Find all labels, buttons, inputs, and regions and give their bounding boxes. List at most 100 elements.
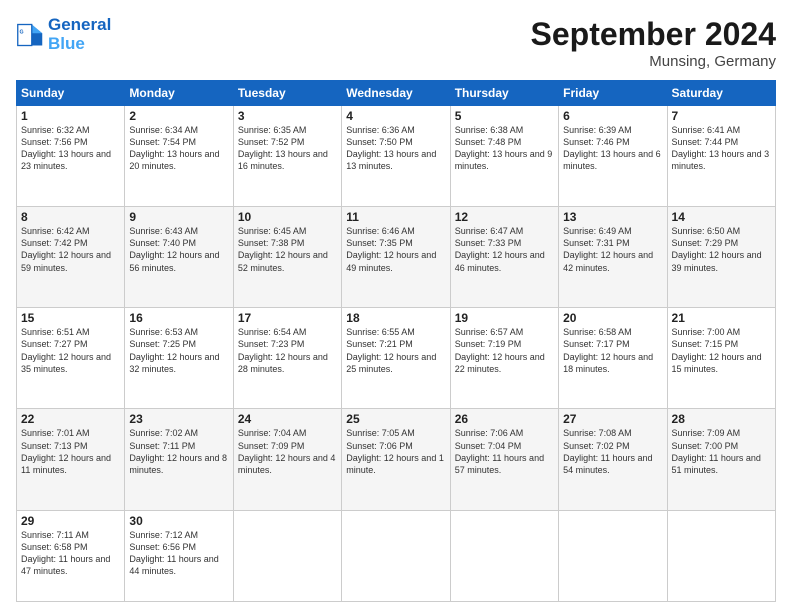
svg-text:G: G xyxy=(20,29,24,35)
calendar-cell: 23Sunrise: 7:02 AMSunset: 7:11 PMDayligh… xyxy=(125,409,233,510)
day-number: 1 xyxy=(21,109,120,123)
day-info: Sunrise: 6:45 AMSunset: 7:38 PMDaylight:… xyxy=(238,225,337,274)
day-number: 6 xyxy=(563,109,662,123)
month-title: September 2024 xyxy=(531,16,776,53)
day-number: 12 xyxy=(455,210,554,224)
day-number: 25 xyxy=(346,412,445,426)
day-number: 23 xyxy=(129,412,228,426)
day-info: Sunrise: 7:00 AMSunset: 7:15 PMDaylight:… xyxy=(672,326,771,375)
day-number: 16 xyxy=(129,311,228,325)
day-number: 5 xyxy=(455,109,554,123)
day-number: 26 xyxy=(455,412,554,426)
day-info: Sunrise: 6:46 AMSunset: 7:35 PMDaylight:… xyxy=(346,225,445,274)
day-number: 21 xyxy=(672,311,771,325)
calendar-cell: 25Sunrise: 7:05 AMSunset: 7:06 PMDayligh… xyxy=(342,409,450,510)
calendar-cell: 16Sunrise: 6:53 AMSunset: 7:25 PMDayligh… xyxy=(125,308,233,409)
calendar-cell: 6Sunrise: 6:39 AMSunset: 7:46 PMDaylight… xyxy=(559,106,667,207)
page: G General Blue September 2024 Munsing, G… xyxy=(0,0,792,612)
day-info: Sunrise: 6:32 AMSunset: 7:56 PMDaylight:… xyxy=(21,124,120,173)
calendar-cell: 10Sunrise: 6:45 AMSunset: 7:38 PMDayligh… xyxy=(233,207,341,308)
calendar-cell: 2Sunrise: 6:34 AMSunset: 7:54 PMDaylight… xyxy=(125,106,233,207)
dow-header: Sunday xyxy=(17,81,125,106)
day-info: Sunrise: 6:38 AMSunset: 7:48 PMDaylight:… xyxy=(455,124,554,173)
calendar-cell: 22Sunrise: 7:01 AMSunset: 7:13 PMDayligh… xyxy=(17,409,125,510)
day-number: 15 xyxy=(21,311,120,325)
day-info: Sunrise: 6:41 AMSunset: 7:44 PMDaylight:… xyxy=(672,124,771,173)
day-number: 4 xyxy=(346,109,445,123)
calendar-cell: 18Sunrise: 6:55 AMSunset: 7:21 PMDayligh… xyxy=(342,308,450,409)
day-info: Sunrise: 7:01 AMSunset: 7:13 PMDaylight:… xyxy=(21,427,120,476)
calendar-cell: 28Sunrise: 7:09 AMSunset: 7:00 PMDayligh… xyxy=(667,409,775,510)
day-number: 10 xyxy=(238,210,337,224)
calendar-cell: 15Sunrise: 6:51 AMSunset: 7:27 PMDayligh… xyxy=(17,308,125,409)
day-info: Sunrise: 6:42 AMSunset: 7:42 PMDaylight:… xyxy=(21,225,120,274)
day-number: 29 xyxy=(21,514,120,528)
day-number: 27 xyxy=(563,412,662,426)
day-number: 14 xyxy=(672,210,771,224)
logo: G General Blue xyxy=(16,16,111,53)
calendar-cell xyxy=(559,510,667,602)
day-number: 9 xyxy=(129,210,228,224)
dow-header: Tuesday xyxy=(233,81,341,106)
title-block: September 2024 Munsing, Germany xyxy=(531,16,776,70)
calendar-cell: 8Sunrise: 6:42 AMSunset: 7:42 PMDaylight… xyxy=(17,207,125,308)
calendar-cell: 13Sunrise: 6:49 AMSunset: 7:31 PMDayligh… xyxy=(559,207,667,308)
day-info: Sunrise: 6:55 AMSunset: 7:21 PMDaylight:… xyxy=(346,326,445,375)
day-info: Sunrise: 7:08 AMSunset: 7:02 PMDaylight:… xyxy=(563,427,662,476)
day-info: Sunrise: 6:53 AMSunset: 7:25 PMDaylight:… xyxy=(129,326,228,375)
day-number: 18 xyxy=(346,311,445,325)
calendar-cell: 29Sunrise: 7:11 AMSunset: 6:58 PMDayligh… xyxy=(17,510,125,602)
day-number: 24 xyxy=(238,412,337,426)
day-number: 22 xyxy=(21,412,120,426)
dow-header: Friday xyxy=(559,81,667,106)
dow-header: Thursday xyxy=(450,81,558,106)
calendar-cell: 21Sunrise: 7:00 AMSunset: 7:15 PMDayligh… xyxy=(667,308,775,409)
dow-header: Monday xyxy=(125,81,233,106)
day-info: Sunrise: 6:35 AMSunset: 7:52 PMDaylight:… xyxy=(238,124,337,173)
day-info: Sunrise: 6:51 AMSunset: 7:27 PMDaylight:… xyxy=(21,326,120,375)
calendar-cell: 19Sunrise: 6:57 AMSunset: 7:19 PMDayligh… xyxy=(450,308,558,409)
calendar-cell: 17Sunrise: 6:54 AMSunset: 7:23 PMDayligh… xyxy=(233,308,341,409)
day-number: 3 xyxy=(238,109,337,123)
day-info: Sunrise: 6:54 AMSunset: 7:23 PMDaylight:… xyxy=(238,326,337,375)
calendar-cell: 30Sunrise: 7:12 AMSunset: 6:56 PMDayligh… xyxy=(125,510,233,602)
location: Munsing, Germany xyxy=(531,53,776,70)
day-info: Sunrise: 6:34 AMSunset: 7:54 PMDaylight:… xyxy=(129,124,228,173)
calendar-cell: 27Sunrise: 7:08 AMSunset: 7:02 PMDayligh… xyxy=(559,409,667,510)
day-number: 20 xyxy=(563,311,662,325)
dow-header: Wednesday xyxy=(342,81,450,106)
calendar-cell xyxy=(233,510,341,602)
day-number: 13 xyxy=(563,210,662,224)
logo-icon: G xyxy=(16,21,44,49)
calendar-cell: 14Sunrise: 6:50 AMSunset: 7:29 PMDayligh… xyxy=(667,207,775,308)
dow-header: Saturday xyxy=(667,81,775,106)
day-info: Sunrise: 7:06 AMSunset: 7:04 PMDaylight:… xyxy=(455,427,554,476)
day-number: 7 xyxy=(672,109,771,123)
day-number: 11 xyxy=(346,210,445,224)
day-number: 28 xyxy=(672,412,771,426)
logo-blue: Blue xyxy=(48,35,111,54)
header: G General Blue September 2024 Munsing, G… xyxy=(16,16,776,70)
day-number: 8 xyxy=(21,210,120,224)
calendar-cell: 11Sunrise: 6:46 AMSunset: 7:35 PMDayligh… xyxy=(342,207,450,308)
day-info: Sunrise: 6:49 AMSunset: 7:31 PMDaylight:… xyxy=(563,225,662,274)
day-info: Sunrise: 6:58 AMSunset: 7:17 PMDaylight:… xyxy=(563,326,662,375)
calendar-cell xyxy=(450,510,558,602)
day-info: Sunrise: 6:50 AMSunset: 7:29 PMDaylight:… xyxy=(672,225,771,274)
day-info: Sunrise: 6:39 AMSunset: 7:46 PMDaylight:… xyxy=(563,124,662,173)
day-number: 17 xyxy=(238,311,337,325)
logo-general: General xyxy=(48,15,111,34)
day-info: Sunrise: 6:57 AMSunset: 7:19 PMDaylight:… xyxy=(455,326,554,375)
calendar-cell: 4Sunrise: 6:36 AMSunset: 7:50 PMDaylight… xyxy=(342,106,450,207)
calendar-cell: 12Sunrise: 6:47 AMSunset: 7:33 PMDayligh… xyxy=(450,207,558,308)
calendar-cell: 20Sunrise: 6:58 AMSunset: 7:17 PMDayligh… xyxy=(559,308,667,409)
calendar-cell: 9Sunrise: 6:43 AMSunset: 7:40 PMDaylight… xyxy=(125,207,233,308)
calendar-cell: 7Sunrise: 6:41 AMSunset: 7:44 PMDaylight… xyxy=(667,106,775,207)
day-info: Sunrise: 7:12 AMSunset: 6:56 PMDaylight:… xyxy=(129,529,228,578)
day-info: Sunrise: 6:36 AMSunset: 7:50 PMDaylight:… xyxy=(346,124,445,173)
calendar-table: SundayMondayTuesdayWednesdayThursdayFrid… xyxy=(16,80,776,602)
calendar-cell: 5Sunrise: 6:38 AMSunset: 7:48 PMDaylight… xyxy=(450,106,558,207)
calendar-cell: 24Sunrise: 7:04 AMSunset: 7:09 PMDayligh… xyxy=(233,409,341,510)
calendar-cell: 1Sunrise: 6:32 AMSunset: 7:56 PMDaylight… xyxy=(17,106,125,207)
day-number: 30 xyxy=(129,514,228,528)
